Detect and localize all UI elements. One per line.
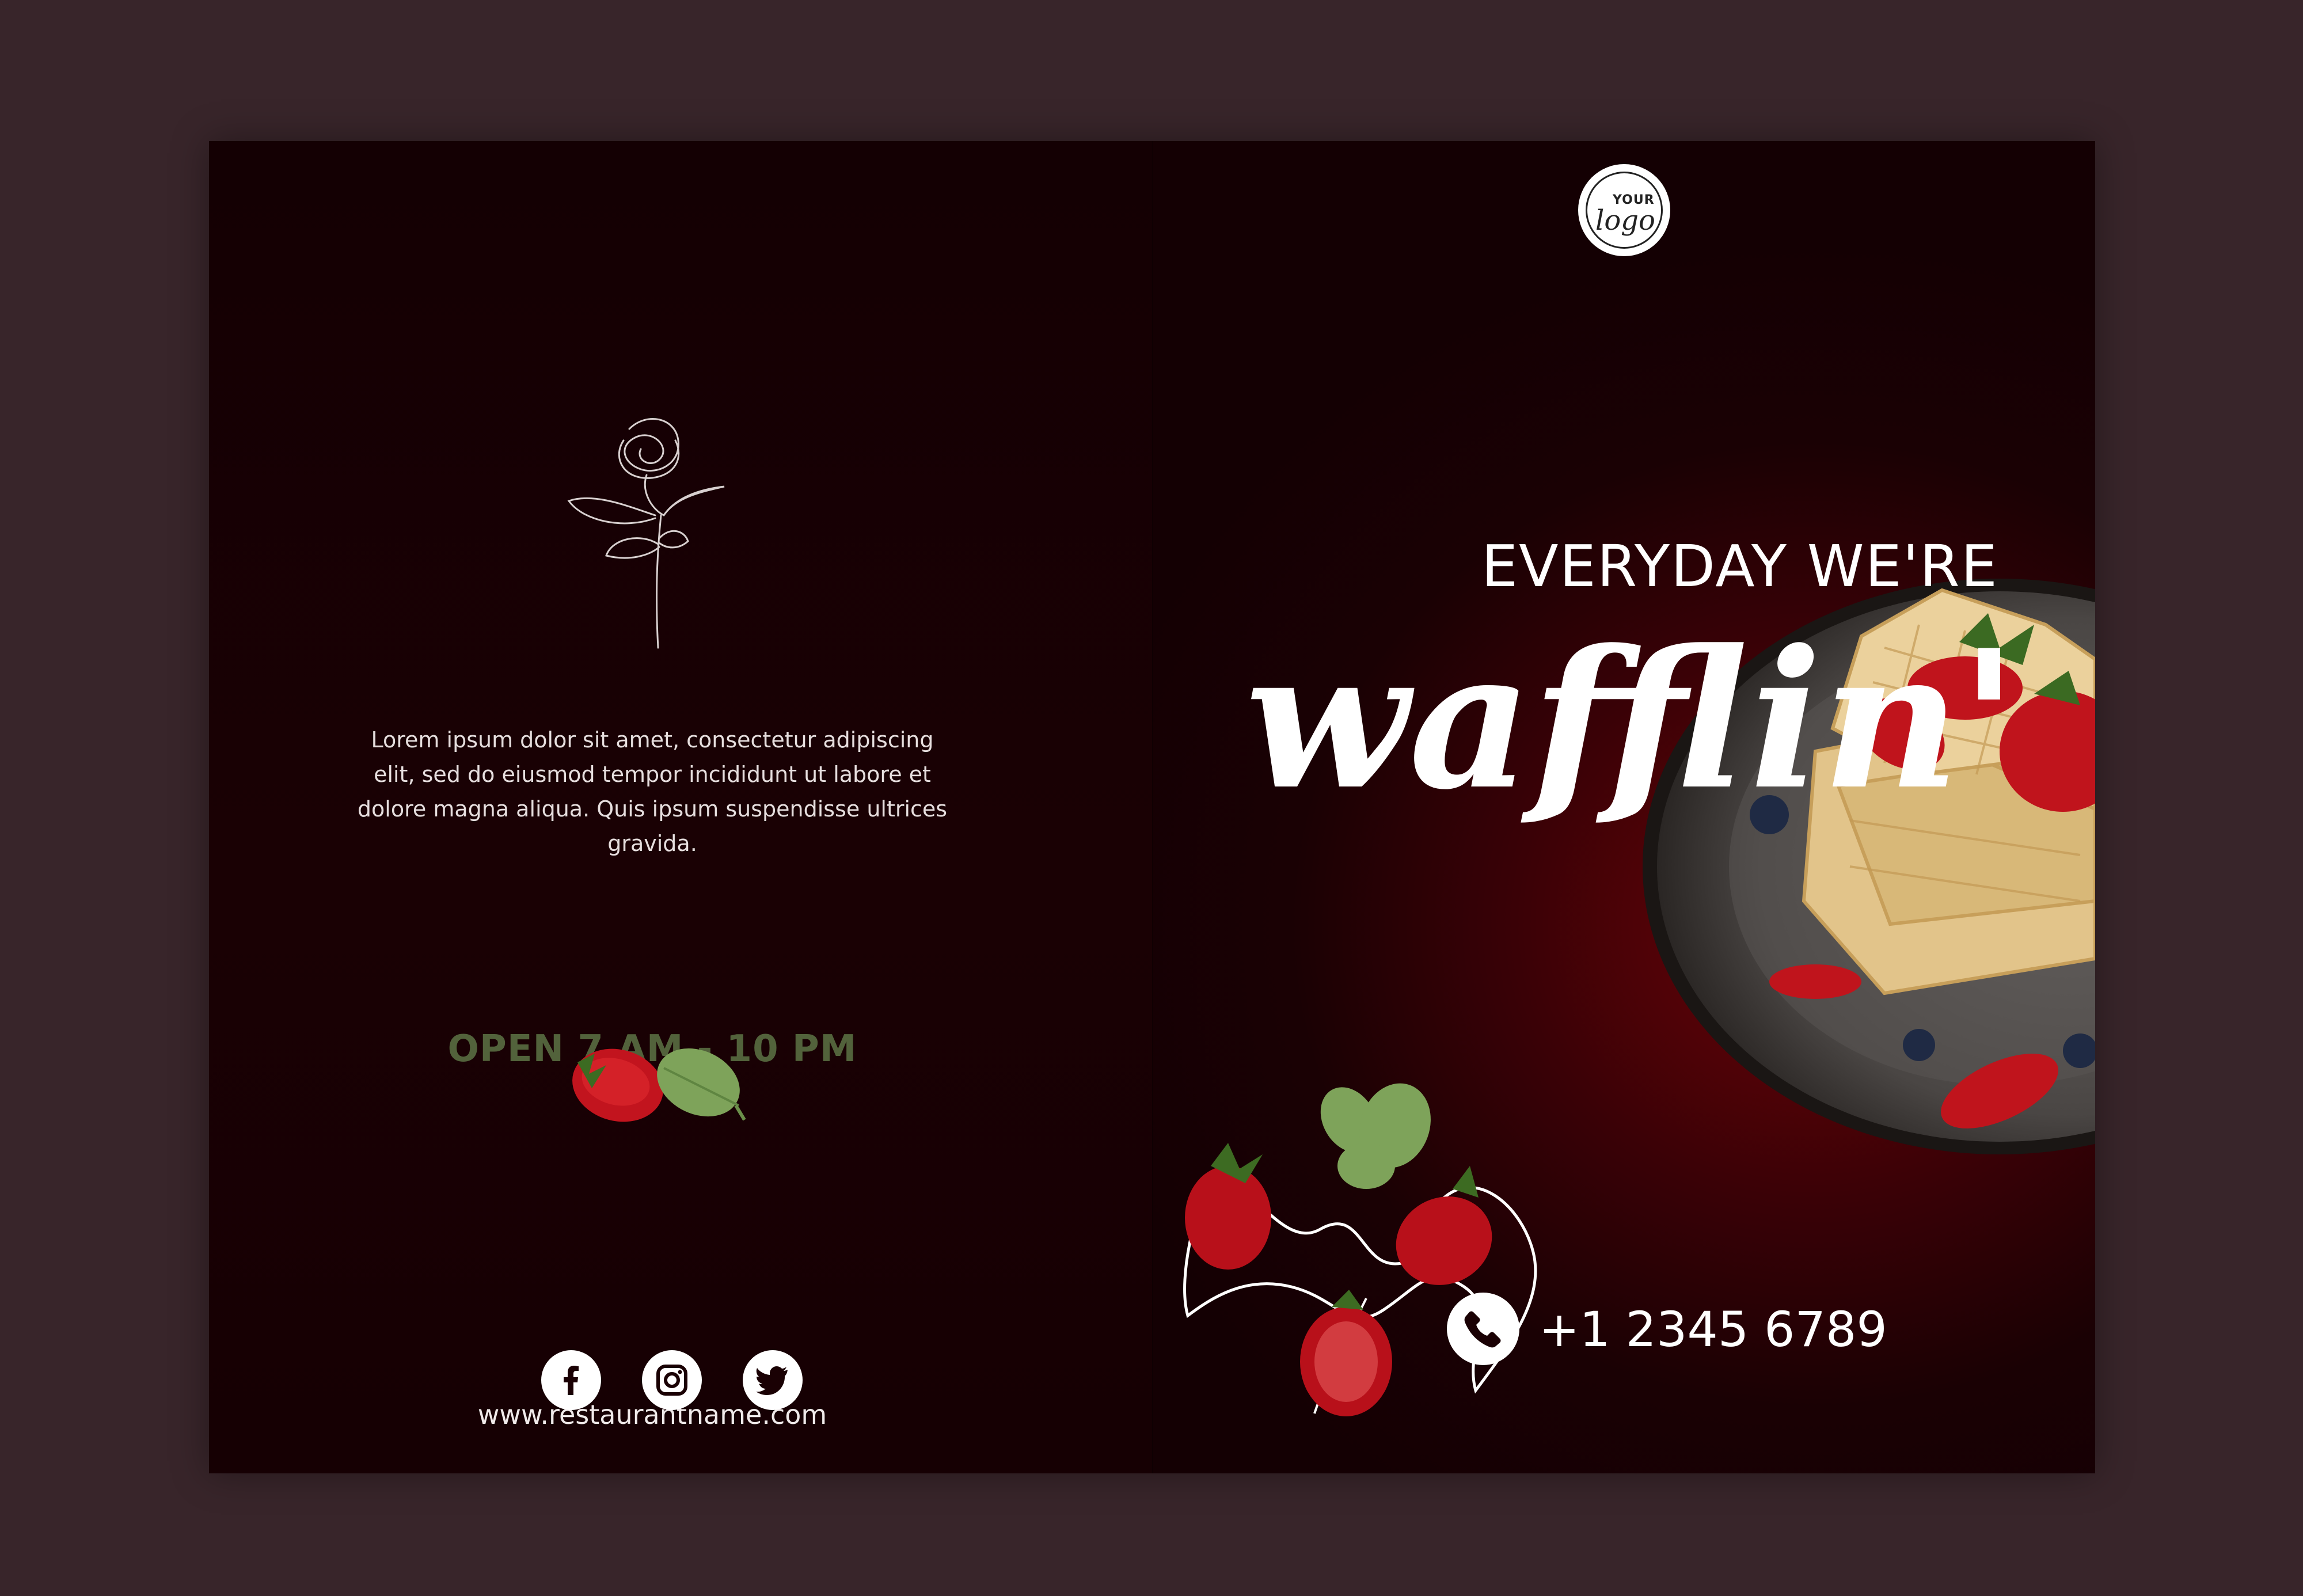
twitter-icon bbox=[756, 1366, 788, 1395]
strawberry-drizzle-illustration bbox=[1183, 1083, 1537, 1416]
twitter-button[interactable] bbox=[743, 1350, 803, 1410]
phone-icon bbox=[1464, 1311, 1501, 1348]
script-title: wafflin' bbox=[1245, 608, 2019, 831]
brochure: Lorem ipsum dolor sit amet, consectetur … bbox=[209, 141, 2095, 1473]
phone-button[interactable] bbox=[1447, 1293, 1519, 1365]
facebook-icon bbox=[564, 1366, 579, 1395]
rose-line-art bbox=[567, 418, 725, 649]
website-url[interactable]: www.restaurantname.com bbox=[422, 1399, 883, 1430]
strawberry-mint-image bbox=[572, 1048, 746, 1122]
instagram-icon bbox=[656, 1365, 687, 1396]
logo-badge: YOUR logo bbox=[1578, 164, 1670, 256]
facebook-button[interactable] bbox=[541, 1350, 601, 1410]
logo-text-logo: logo bbox=[1595, 204, 1655, 237]
fold-line bbox=[1152, 141, 1153, 1473]
left-panel: Lorem ipsum dolor sit amet, consectetur … bbox=[209, 141, 1152, 1473]
logo-ring: YOUR logo bbox=[1586, 172, 1663, 249]
body-paragraph: Lorem ipsum dolor sit amet, consectetur … bbox=[357, 727, 948, 856]
headline: EVERYDAY WE'RE bbox=[1481, 533, 1998, 600]
instagram-button[interactable] bbox=[642, 1350, 702, 1410]
phone-number[interactable]: +1 2345 6789 bbox=[1539, 1301, 1887, 1358]
